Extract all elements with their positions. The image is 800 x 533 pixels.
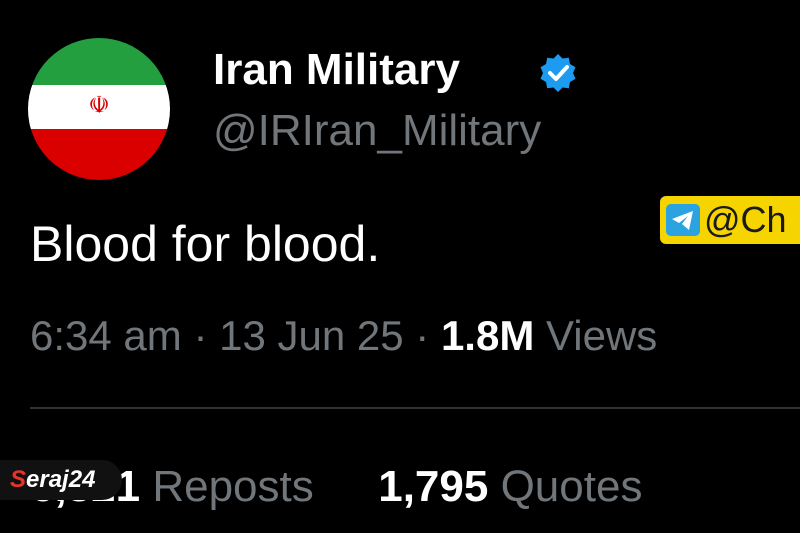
divider <box>30 407 800 409</box>
telegram-channel-text: @Ch <box>704 199 787 240</box>
meta-separator: · <box>415 312 430 359</box>
watermark-logo: Seraj24 <box>0 460 122 500</box>
iran-emblem-icon: ☫ <box>88 91 110 119</box>
tweet-time[interactable]: 6:34 am <box>30 312 182 359</box>
views-label: Views <box>546 312 658 359</box>
reposts-label[interactable]: Reposts <box>152 462 313 511</box>
tweet-meta: 6:34 am · 13 Jun 25 · 1.8M Views <box>30 308 657 364</box>
tweet-text: Blood for blood. <box>30 216 381 272</box>
verified-badge-icon <box>540 54 576 92</box>
watermark-text: Seraj24 <box>10 466 96 493</box>
quotes-count[interactable]: 1,795 <box>378 462 488 511</box>
tweet-date[interactable]: 13 Jun 25 <box>219 312 404 359</box>
meta-separator: · <box>193 312 208 359</box>
display-name[interactable]: Iran Military <box>213 42 460 98</box>
avatar[interactable]: ☫ <box>28 38 170 180</box>
handle[interactable]: @IRIran_Military <box>213 103 541 159</box>
telegram-channel-badge: @Ch <box>660 196 800 244</box>
quotes-label[interactable]: Quotes <box>501 462 643 511</box>
telegram-icon <box>666 204 700 236</box>
views-count: 1.8M <box>440 312 535 359</box>
tweet-stats: 6,321 Reposts 1,795 Quotes <box>30 458 642 516</box>
